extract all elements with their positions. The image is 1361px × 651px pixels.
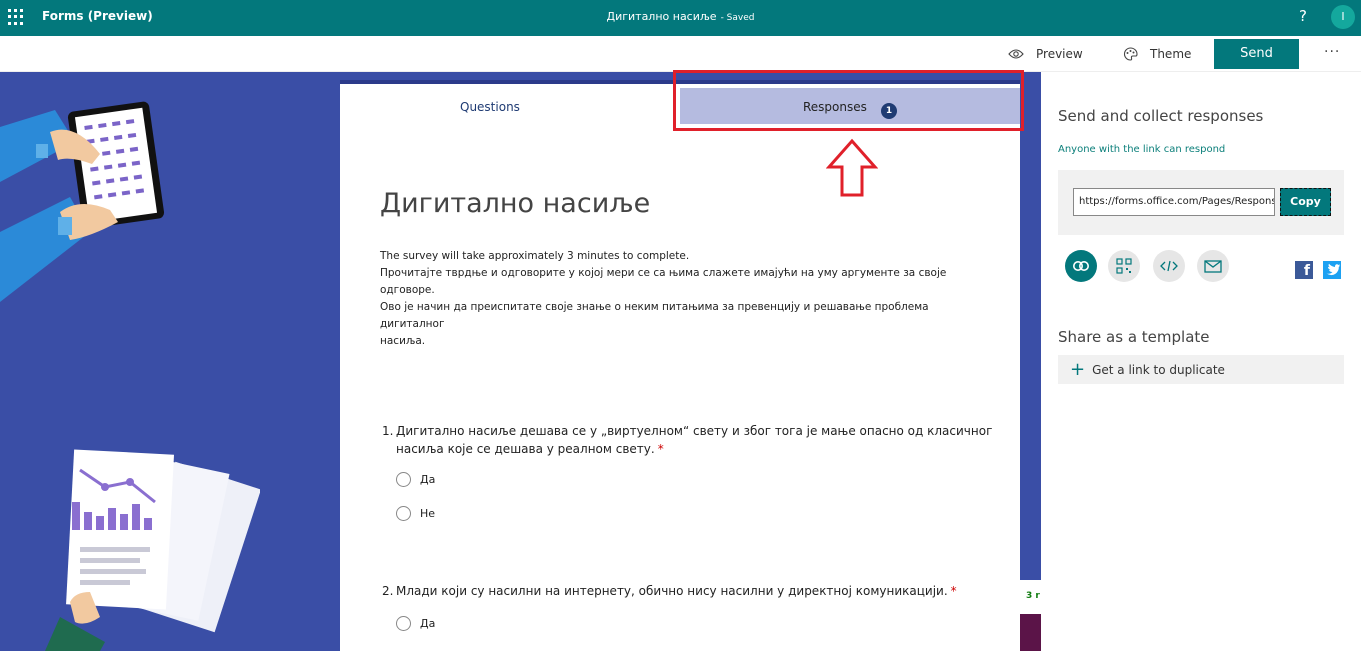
option-label: Да bbox=[420, 473, 436, 486]
save-status: - Saved bbox=[720, 13, 755, 23]
eye-icon bbox=[1008, 49, 1024, 59]
form-card: Questions Responses 1 Дигитално насиље T… bbox=[340, 80, 1020, 651]
more-options-icon[interactable]: ··· bbox=[1324, 44, 1340, 60]
email-icon[interactable] bbox=[1197, 250, 1229, 282]
option-label: Не bbox=[420, 507, 436, 520]
tablet-illustration bbox=[0, 101, 165, 302]
copy-button[interactable]: Copy bbox=[1280, 188, 1331, 216]
option-da[interactable]: Да bbox=[396, 472, 435, 487]
question-line: насиља које се дешава у реалном свету. bbox=[396, 442, 655, 456]
template-action-label: Get a link to duplicate bbox=[1092, 362, 1225, 377]
send-heading: Send and collect responses bbox=[1058, 107, 1264, 125]
radio-button[interactable] bbox=[396, 472, 411, 487]
top-bar: Forms (Preview) Дигитално насиље - Saved … bbox=[0, 0, 1361, 36]
preview-label: Preview bbox=[1036, 47, 1083, 61]
description-line: The survey will take approximately 3 min… bbox=[380, 250, 690, 262]
question-2[interactable]: 2. Млади који су насилни на интернету, об… bbox=[382, 582, 982, 631]
question-1[interactable]: 1. Дигитално насиље дешава се у „виртуелн… bbox=[382, 422, 992, 521]
question-number: 1. bbox=[382, 424, 394, 438]
peek-text: 3 r bbox=[1026, 591, 1040, 601]
required-marker: * bbox=[657, 442, 664, 456]
twitter-icon[interactable] bbox=[1323, 261, 1341, 279]
form-title[interactable]: Дигитално насиље bbox=[380, 188, 650, 219]
plus-icon: + bbox=[1070, 358, 1086, 380]
share-link-field[interactable]: https://forms.office.com/Pages/ResponseP… bbox=[1073, 188, 1275, 216]
form-description[interactable]: The survey will take approximately 3 min… bbox=[380, 248, 980, 350]
send-button[interactable]: Send bbox=[1214, 39, 1299, 69]
link-icon[interactable] bbox=[1065, 250, 1097, 282]
description-line: насиља. bbox=[380, 335, 426, 347]
option-da[interactable]: Да bbox=[396, 616, 435, 631]
question-text: 1. Дигитално насиље дешава се у „виртуелн… bbox=[382, 422, 992, 458]
description-line: Прочитајте тврдње и одговорите у којој м… bbox=[380, 267, 947, 279]
description-line: Ово је начин да преиспитате своје знање … bbox=[380, 301, 929, 313]
question-number: 2. bbox=[382, 584, 394, 598]
palette-icon bbox=[1123, 47, 1138, 61]
annotation-highlight-box bbox=[673, 70, 1024, 131]
document-name: Дигитално насиље bbox=[606, 10, 717, 23]
theme-button[interactable]: Theme bbox=[1123, 47, 1191, 61]
send-panel: Send and collect responses Anyone with t… bbox=[1041, 72, 1361, 651]
command-bar: Preview Theme Send ··· bbox=[0, 36, 1361, 72]
report-illustration bbox=[45, 449, 260, 651]
question-text: 2. Млади који су насилни на интернету, об… bbox=[382, 582, 982, 600]
question-line: Дигитално насиље дешава се у „виртуелном… bbox=[396, 424, 993, 438]
peek-image bbox=[1020, 614, 1041, 651]
document-title: Дигитално насиље - Saved bbox=[0, 10, 1361, 23]
get-duplicate-link-button[interactable]: + Get a link to duplicate bbox=[1058, 355, 1344, 384]
question-line: Млади који су насилни на интернету, обич… bbox=[396, 584, 948, 598]
radio-button[interactable] bbox=[396, 616, 411, 631]
background-peek: 3 r bbox=[1020, 580, 1041, 651]
facebook-icon[interactable]: f bbox=[1295, 261, 1313, 279]
preview-button[interactable]: Preview bbox=[1008, 47, 1083, 61]
tab-questions[interactable]: Questions bbox=[460, 100, 520, 114]
theme-label: Theme bbox=[1150, 47, 1192, 61]
template-heading: Share as a template bbox=[1058, 328, 1210, 346]
link-box: https://forms.office.com/Pages/ResponseP… bbox=[1058, 170, 1344, 235]
help-icon[interactable]: ? bbox=[1299, 7, 1307, 25]
embed-icon[interactable] bbox=[1153, 250, 1185, 282]
annotation-arrow-icon bbox=[826, 138, 878, 197]
description-line: одговоре. bbox=[380, 284, 435, 296]
option-label: Да bbox=[420, 617, 436, 630]
description-line: дигиталног bbox=[380, 318, 445, 330]
option-ne[interactable]: Не bbox=[396, 506, 435, 521]
link-permission-dropdown[interactable]: Anyone with the link can respond bbox=[1058, 144, 1225, 155]
avatar[interactable]: I bbox=[1331, 5, 1355, 29]
required-marker: * bbox=[950, 584, 957, 598]
qr-code-icon[interactable] bbox=[1108, 250, 1140, 282]
radio-button[interactable] bbox=[396, 506, 411, 521]
